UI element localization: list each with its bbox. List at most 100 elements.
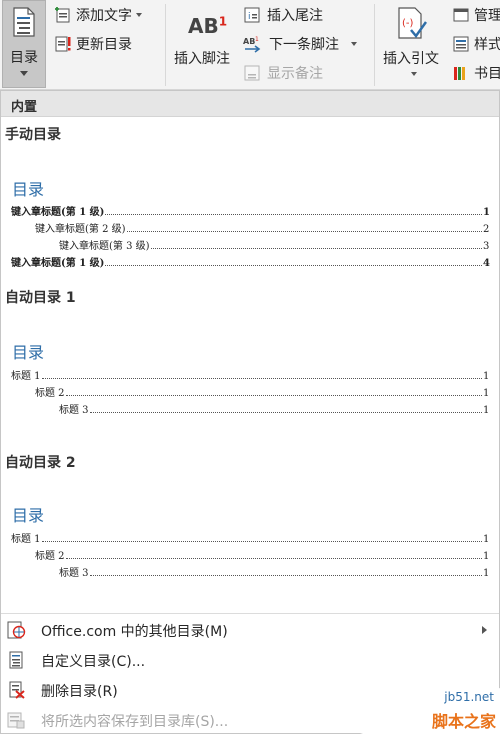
gallery-auto-toc-1[interactable]: 自动目录 1 目录 标题 1 1 标题 2 1 标题 3 1	[1, 281, 499, 421]
bibliography-button[interactable]: 书目	[452, 63, 500, 83]
toc-entry-text: 键入章标题(第 1 级)	[11, 258, 105, 269]
toc-leader	[65, 558, 482, 559]
toc-entry-page: 4	[483, 258, 490, 269]
chevron-down-icon	[136, 13, 142, 17]
toc-entry-text: 键入章标题(第 3 级)	[59, 241, 150, 252]
save-to-gallery-icon	[7, 712, 25, 729]
chevron-down-icon	[411, 72, 417, 76]
toc-entry: 键入章标题(第 1 级) 1	[11, 204, 490, 218]
toc-entry: 标题 1 1	[11, 531, 489, 545]
toc-entry-page: 1	[483, 207, 490, 218]
toc-entry-text: 标题 2	[35, 388, 65, 399]
toc-leader	[41, 378, 482, 379]
toc-leader	[89, 575, 482, 576]
insert-endnote-button[interactable]: i 插入尾注	[243, 5, 323, 25]
office-globe-icon	[7, 621, 26, 639]
gallery-manual-toc[interactable]: 手动目录 目录 键入章标题(第 1 级) 1 键入章标题(第 2 级) 2 键入章标…	[1, 118, 499, 278]
show-notes-icon	[244, 65, 260, 81]
toc-heading: 目录	[12, 506, 45, 525]
style-button[interactable]: 样式	[452, 34, 500, 54]
toc-entry-text: 键入章标题(第 2 级)	[35, 224, 126, 235]
toc-dropdown-panel: 内置 手动目录 目录 键入章标题(第 1 级) 1 键入章标题(第 2 级) 2 键…	[0, 90, 500, 734]
toc-entry: 标题 3 1	[59, 565, 489, 579]
section-header-builtin: 内置	[1, 91, 499, 117]
toc-entry: 键入章标题(第 2 级) 2	[35, 221, 489, 235]
manage-sources-button[interactable]: 管理	[452, 5, 500, 25]
show-notes-label: 显示备注	[267, 66, 323, 82]
manage-sources-icon	[453, 8, 469, 22]
toc-entry-text: 标题 3	[59, 568, 89, 579]
menu-item-label: 自定义目录(C)...	[41, 654, 146, 670]
add-text-icon	[55, 7, 70, 23]
insert-endnote-label: 插入尾注	[267, 8, 323, 24]
toc-entry-page: 2	[483, 224, 490, 235]
toc-leader	[89, 412, 482, 413]
toc-heading: 目录	[12, 343, 45, 362]
ribbon: 目录 添加文字 更新目录 AB1 插入脚注 i 插入尾注 AB 1 下一条脚注 …	[0, 0, 500, 90]
watermark: jb51.net 脚本之家	[350, 688, 500, 734]
toc-entry-page: 1	[483, 551, 490, 562]
menu-item-office-toc[interactable]: Office.com 中的其他目录(M)	[1, 615, 499, 645]
toc-entry-page: 1	[483, 534, 490, 545]
toc-entry-text: 标题 1	[11, 371, 41, 382]
toc-entry: 键入章标题(第 3 级) 3	[59, 238, 489, 252]
update-toc-button[interactable]: 更新目录	[54, 34, 132, 54]
menu-item-label: Office.com 中的其他目录(M)	[41, 624, 228, 640]
menu-item-label: 删除目录(R)	[41, 684, 118, 700]
insert-footnote-button[interactable]: AB1 插入脚注	[170, 0, 238, 88]
toc-entry: 标题 3 1	[59, 402, 489, 416]
gallery-auto-toc-2[interactable]: 自动目录 2 目录 标题 1 1 标题 2 1 标题 3 1	[1, 446, 499, 586]
toc-button[interactable]: 目录	[2, 0, 46, 88]
style-icon	[453, 36, 469, 52]
toc-entry: 标题 2 1	[35, 548, 489, 562]
toc-entry-text: 标题 1	[11, 534, 41, 545]
toc-heading: 目录	[12, 180, 45, 199]
next-footnote-label: 下一条脚注	[269, 37, 339, 53]
menu-item-custom-toc[interactable]: 自定义目录(C)...	[1, 645, 499, 675]
chevron-down-icon	[20, 71, 28, 76]
update-toc-label: 更新目录	[76, 37, 132, 53]
manage-label: 管理	[474, 8, 500, 24]
section-header-label: 内置	[11, 100, 38, 115]
toc-entry-text: 键入章标题(第 1 级)	[11, 207, 105, 218]
watermark-site: jb51.net	[444, 690, 494, 704]
add-text-label: 添加文字	[76, 8, 132, 24]
toc-button-label: 目录	[10, 50, 38, 66]
toc-entry: 标题 1 1	[11, 368, 489, 382]
menu-item-label: 将所选内容保存到目录库(S)...	[41, 714, 229, 730]
gallery-title: 自动目录 2	[5, 455, 76, 471]
bibliography-label: 书目	[474, 66, 500, 82]
toc-leader	[105, 265, 482, 266]
custom-toc-icon	[9, 651, 23, 669]
toc-entry-page: 1	[483, 371, 490, 382]
gallery-title: 自动目录 1	[5, 290, 76, 306]
gallery-title: 手动目录	[5, 127, 61, 143]
toc-leader	[65, 395, 482, 396]
chevron-right-icon	[482, 626, 487, 634]
remove-toc-icon	[9, 681, 25, 699]
toc-entry: 键入章标题(第 1 级) 4	[11, 255, 490, 269]
next-footnote-button[interactable]: AB 1 下一条脚注	[243, 34, 357, 54]
next-footnote-icon: AB 1	[243, 36, 261, 53]
style-label: 样式	[474, 37, 500, 53]
add-text-button[interactable]: 添加文字	[54, 5, 142, 25]
watermark-brand: 脚本之家	[431, 712, 496, 731]
toc-entry-page: 1	[483, 405, 490, 416]
svg-text:(-): (-)	[402, 18, 414, 29]
svg-text:1: 1	[255, 36, 259, 43]
toc-document-icon	[13, 7, 35, 37]
toc-leader	[126, 231, 482, 232]
insert-citation-button[interactable]: (-) 插入引文	[379, 0, 447, 88]
toc-entry-text: 标题 3	[59, 405, 89, 416]
toc-leader	[41, 541, 482, 542]
footnote-icon-sup: 1	[218, 14, 228, 29]
show-notes-button[interactable]: 显示备注	[243, 63, 323, 83]
bibliography-icon	[454, 67, 465, 80]
footnote-icon-text: AB	[188, 14, 219, 38]
chevron-down-icon	[351, 42, 357, 46]
citation-icon: (-)	[398, 7, 427, 39]
toc-entry-text: 标题 2	[35, 551, 65, 562]
endnote-icon: i	[244, 7, 260, 23]
svg-text:AB: AB	[243, 37, 255, 46]
svg-text:i: i	[248, 12, 251, 22]
